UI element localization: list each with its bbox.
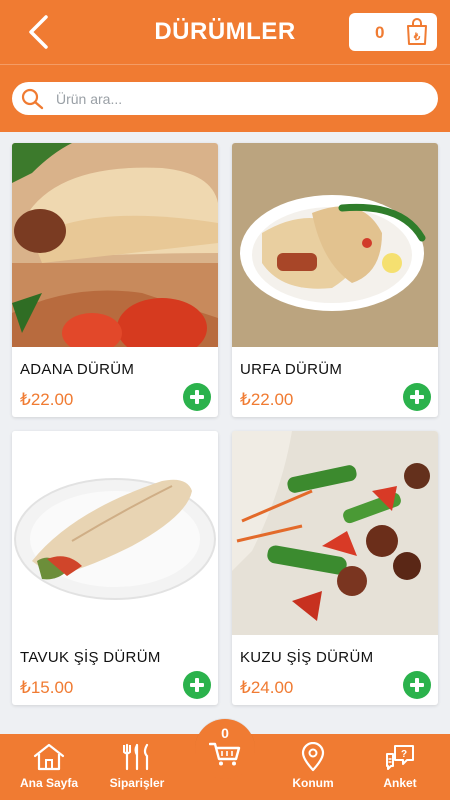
product-card[interactable]: ADANA DÜRÜM ₺22.00 [12, 143, 218, 417]
product-price: ₺15.00 [20, 678, 74, 697]
product-price: ₺22.00 [240, 390, 294, 409]
product-image [232, 143, 438, 347]
cutlery-icon [123, 743, 149, 771]
currency-symbol: ₺ [413, 32, 421, 43]
add-to-cart-button[interactable] [403, 383, 431, 411]
product-price: ₺24.00 [240, 678, 294, 697]
product-image [12, 143, 218, 347]
cart-button[interactable]: 0 ₺ [349, 13, 437, 51]
product-image [232, 431, 438, 635]
product-image [12, 431, 218, 635]
product-price: ₺22.00 [20, 390, 74, 409]
add-to-cart-button[interactable] [403, 671, 431, 699]
center-cart-count: 0 [221, 725, 229, 741]
search-bar [12, 82, 438, 115]
svg-text:?: ? [401, 749, 407, 760]
nav-location[interactable]: Konum [268, 742, 358, 790]
product-card[interactable]: TAVUK ŞİŞ DÜRÜM ₺15.00 [12, 431, 218, 705]
add-to-cart-button[interactable] [183, 383, 211, 411]
nav-location-label: Konum [292, 776, 334, 790]
shopping-cart-icon [209, 742, 241, 766]
nav-survey-label: Anket [383, 776, 417, 790]
center-cart-button[interactable]: 0 [195, 719, 255, 779]
product-card[interactable]: URFA DÜRÜM ₺22.00 [232, 143, 438, 417]
nav-survey[interactable]: ? Anket [355, 742, 445, 790]
nav-orders-label: Siparişler [109, 776, 165, 790]
map-pin-icon [301, 742, 325, 772]
chat-question-icon: ? [386, 745, 414, 770]
product-name: TAVUK ŞİŞ DÜRÜM [20, 649, 161, 666]
search-input[interactable] [56, 82, 426, 115]
product-name: URFA DÜRÜM [240, 361, 343, 378]
cart-count: 0 [375, 23, 385, 42]
product-card[interactable]: KUZU ŞİŞ DÜRÜM ₺24.00 [232, 431, 438, 705]
product-name: KUZU ŞİŞ DÜRÜM [240, 649, 374, 666]
header: DÜRÜMLER 0 ₺ [0, 0, 450, 132]
nav-home-label: Ana Sayfa [19, 776, 79, 790]
header-divider [0, 64, 450, 65]
nav-orders[interactable]: Siparişler [92, 742, 182, 790]
nav-home[interactable]: Ana Sayfa [4, 742, 94, 790]
product-name: ADANA DÜRÜM [20, 361, 135, 378]
search-icon [21, 88, 44, 110]
home-icon [33, 743, 65, 771]
add-to-cart-button[interactable] [183, 671, 211, 699]
shopping-bag-icon: ₺ [407, 18, 427, 45]
